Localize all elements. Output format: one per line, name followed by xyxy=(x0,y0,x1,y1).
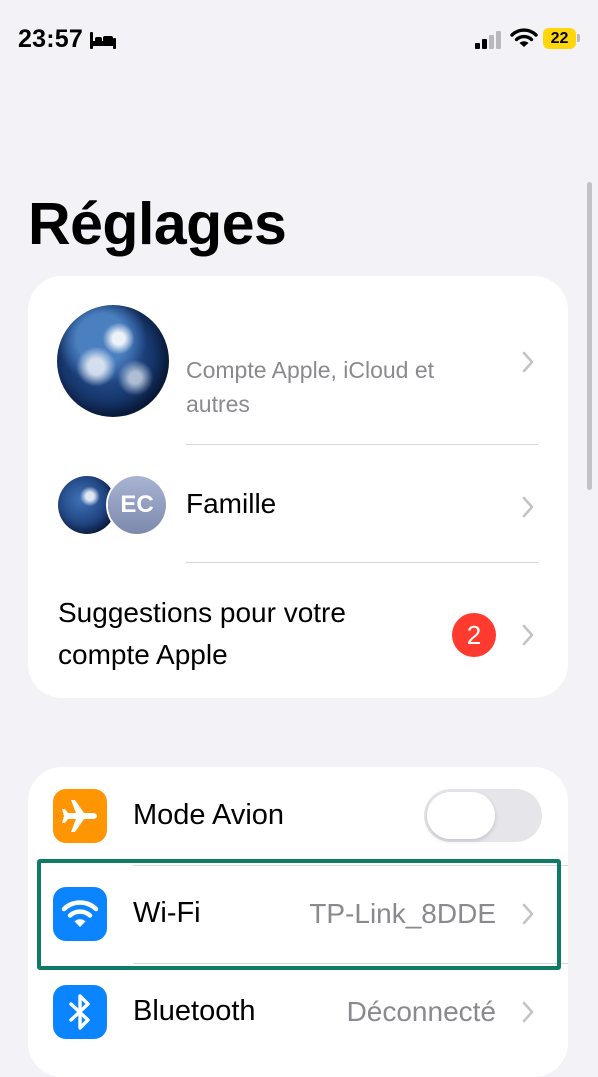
account-card: Compte Apple, iCloud et autres EC Famill… xyxy=(28,276,568,698)
airplane-icon xyxy=(53,789,107,843)
wifi-icon xyxy=(510,28,538,47)
notification-badge: 2 xyxy=(452,613,496,657)
chevron-right-icon xyxy=(522,624,534,646)
suggestions-label: Suggestions pour votre compte Apple xyxy=(58,597,346,670)
status-bar: 23:57 22 xyxy=(0,0,598,80)
suggestions-row[interactable]: Suggestions pour votre compte Apple 2 xyxy=(28,276,568,698)
bluetooth-icon xyxy=(53,985,107,1039)
network-card: Mode Avion Wi-Fi TP-Link_8DDE Bluetooth … xyxy=(28,767,568,1077)
toggle-knob xyxy=(427,792,495,839)
cellular-signal-icon xyxy=(475,31,501,49)
bluetooth-label: Bluetooth xyxy=(133,995,256,1027)
chevron-right-icon xyxy=(522,903,534,925)
battery-indicator: 22 xyxy=(543,28,576,49)
airplane-mode-label: Mode Avion xyxy=(133,799,285,831)
airplane-mode-toggle[interactable] xyxy=(424,789,542,842)
wifi-row[interactable]: Wi-Fi TP-Link_8DDE xyxy=(28,865,568,963)
battery-nub xyxy=(577,34,580,42)
wifi-network-name: TP-Link_8DDE xyxy=(309,898,496,929)
battery-level: 22 xyxy=(550,30,569,47)
scroll-indicator[interactable] xyxy=(587,182,592,490)
chevron-right-icon xyxy=(522,1001,534,1023)
airplane-mode-row: Mode Avion xyxy=(28,767,568,865)
status-time: 23:57 xyxy=(18,25,83,53)
bluetooth-row[interactable]: Bluetooth Déconnecté xyxy=(28,963,568,1061)
bed-icon xyxy=(90,32,116,49)
wifi-label: Wi-Fi xyxy=(133,897,201,929)
page-title: Réglages xyxy=(28,191,287,257)
bluetooth-status: Déconnecté xyxy=(346,996,496,1027)
wifi-icon xyxy=(53,887,107,941)
